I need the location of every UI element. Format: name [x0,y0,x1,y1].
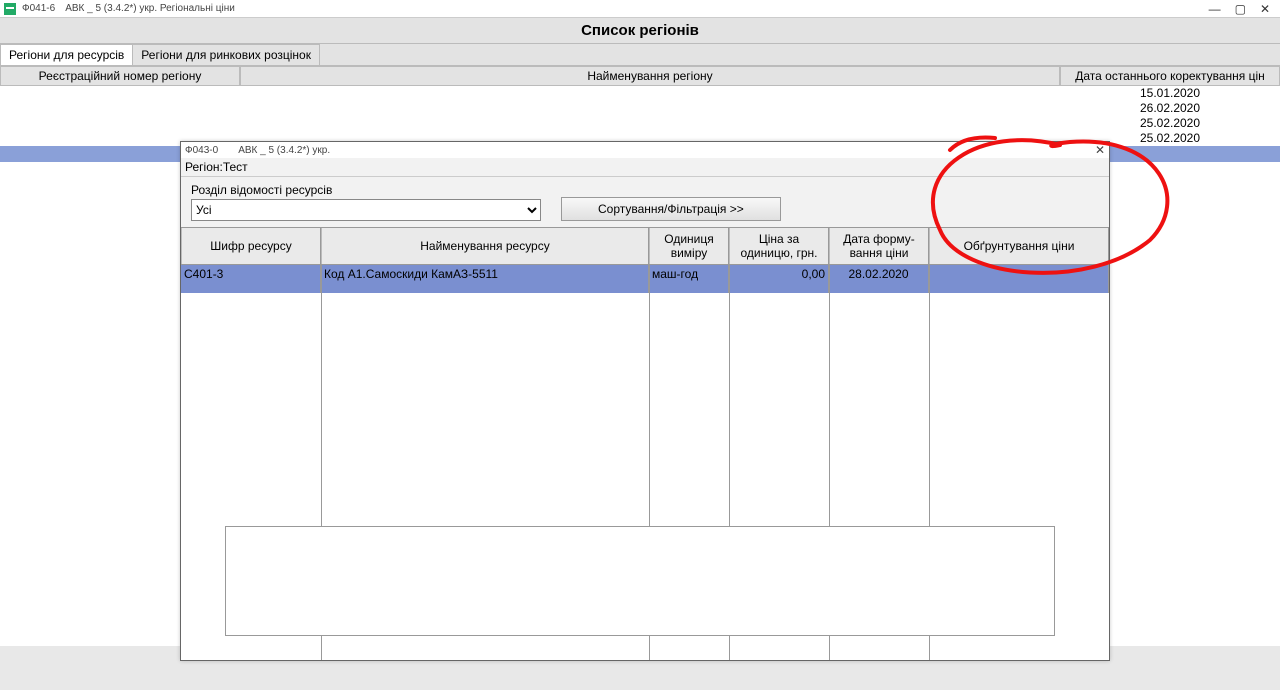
bg-dates: 15.01.2020 26.02.2020 25.02.2020 25.02.2… [1060,86,1280,146]
cell-name: Код А1.Самоскиди КамАЗ-5511 [321,265,649,293]
bg-date-2: 25.02.2020 [1060,116,1280,131]
region-label: Регіон: [185,160,223,174]
bg-date-0: 15.01.2020 [1060,86,1280,101]
cell-price: 0,00 [729,265,829,293]
maximize-button[interactable]: ▢ [1235,2,1246,16]
dialog-title: АВК _ 5 (3.4.2*) укр. [238,145,330,156]
col-header-date: Дата останнього коректування цін [1060,67,1280,85]
minimize-button[interactable]: — [1209,2,1221,16]
bg-date-1: 26.02.2020 [1060,101,1280,116]
cell-code: С401-3 [181,265,321,293]
col-code: Шифр ресурсу [181,228,321,264]
close-button[interactable]: ✕ [1260,2,1270,16]
window-title: АВК _ 5 (3.4.2*) укр. Регіональні ціни [65,3,235,14]
dialog-grid-headers: Шифр ресурсу Найменування ресурсу Одиниц… [181,227,1109,265]
col-date: Дата форму-вання ціни [829,228,929,264]
main-title-bar: Ф041-6 АВК _ 5 (3.4.2*) укр. Регіональні… [0,0,1280,18]
dialog-close-button[interactable]: ✕ [1095,143,1105,157]
col-name: Найменування ресурсу [321,228,649,264]
dialog-title-bar: Ф043-0 АВК _ 5 (3.4.2*) укр. ✕ [181,142,1109,158]
col-unit: Одиниця виміру [649,228,729,264]
sort-filter-button[interactable]: Сортування/Фільтрація >> [561,197,781,221]
app-icon [4,3,16,15]
col-header-regname: Найменування регіону [240,67,1060,85]
bottom-panel [225,526,1055,636]
col-header-regnum: Реєстраційний номер регіону [0,67,240,85]
main-content: 15.01.2020 26.02.2020 25.02.2020 25.02.2… [0,86,1280,646]
col-price: Ціна за одиницю, грн. [729,228,829,264]
page-title: Список регіонів [0,18,1280,44]
region-value: Тест [223,160,248,174]
tab-regions-resources[interactable]: Регіони для ресурсів [0,44,133,65]
main-grid-headers: Реєстраційний номер регіону Найменування… [0,66,1280,86]
dialog-region-line: Регіон:Тест [181,158,1109,177]
cell-reason [929,265,1109,293]
cell-unit: маш-год [649,265,729,293]
tab-regions-market[interactable]: Регіони для ринкових розцінок [132,44,320,65]
cell-date: 28.02.2020 [829,265,929,293]
col-reason: Обґрунтування ціни [929,228,1109,264]
dialog-form-id: Ф043-0 [185,145,218,156]
tab-strip: Регіони для ресурсів Регіони для ринкови… [0,44,1280,66]
section-select[interactable]: Усі [191,199,541,221]
form-id: Ф041-6 [22,3,55,14]
section-label: Розділ відомості ресурсів [191,183,541,197]
